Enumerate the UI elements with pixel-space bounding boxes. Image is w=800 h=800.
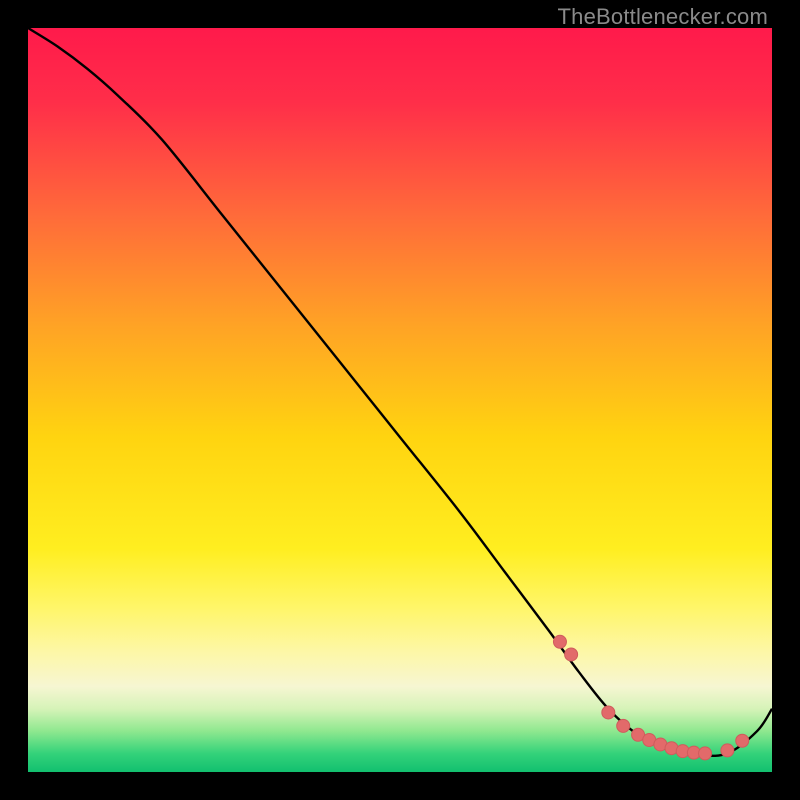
marker-dot xyxy=(553,635,566,648)
marker-dot xyxy=(721,744,734,757)
marker-dot xyxy=(699,747,712,760)
chart-frame xyxy=(28,28,772,772)
marker-dot xyxy=(736,734,749,747)
attribution-label: TheBottlenecker.com xyxy=(558,4,768,30)
gradient-background xyxy=(28,28,772,772)
bottleneck-chart xyxy=(28,28,772,772)
marker-dot xyxy=(617,719,630,732)
marker-dot xyxy=(565,648,578,661)
marker-dot xyxy=(602,706,615,719)
